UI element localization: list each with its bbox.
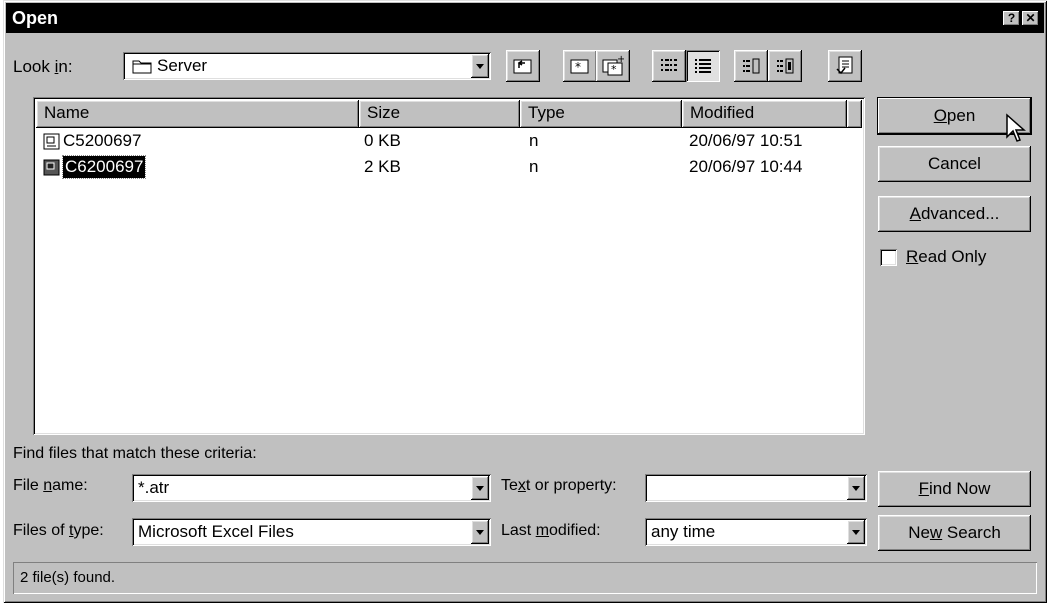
commands-settings-button[interactable] [828, 50, 862, 82]
status-text: 2 file(s) found. [20, 569, 116, 586]
column-header-name[interactable]: Name [36, 100, 359, 128]
last-modified-dropdown-button[interactable] [847, 520, 865, 544]
add-to-favorites-button[interactable]: * + [596, 50, 630, 82]
table-row[interactable]: C5200697 0 KB n 20/06/97 10:51 [38, 130, 858, 154]
svg-text:*: * [575, 60, 581, 74]
list-view-icon [661, 59, 677, 71]
up-one-level-icon [513, 59, 532, 74]
file-name-selected: C6200697 [61, 155, 147, 179]
last-modified-value: any time [651, 522, 716, 541]
preview-view-icon [777, 58, 794, 74]
file-modified: 20/06/97 10:51 [689, 131, 803, 150]
look-in-combo[interactable]: Server [123, 52, 491, 80]
search-web-button[interactable]: * [563, 50, 597, 82]
up-one-level-button[interactable] [506, 50, 540, 82]
add-to-favorites-icon: *+ [602, 55, 624, 76]
file-document-icon [43, 133, 60, 150]
file-type: n [529, 131, 539, 150]
file-size: 0 KB [364, 131, 401, 150]
details-view-button[interactable] [686, 50, 720, 82]
cancel-button[interactable]: Cancel [878, 146, 1031, 182]
file-name: C5200697 [63, 131, 142, 150]
help-button[interactable]: ? [1003, 11, 1020, 26]
look-in-value: Server [157, 56, 208, 75]
properties-view-icon [743, 58, 760, 74]
column-header-filler [847, 100, 862, 128]
folder-icon [132, 60, 152, 74]
search-web-icon: * [570, 59, 589, 74]
file-type: n [529, 157, 539, 176]
look-in-dropdown-button[interactable] [471, 54, 489, 78]
close-button[interactable]: ✕ [1022, 11, 1039, 26]
files-of-type-value: Microsoft Excel Files [138, 522, 294, 541]
read-only-label: Read Only [906, 247, 987, 266]
text-or-property-input[interactable] [645, 474, 867, 502]
column-header-type[interactable]: Type [520, 100, 682, 128]
file-list[interactable]: Name Size Type Modified C5200697 0 KB n … [33, 97, 865, 435]
read-only-checkbox[interactable] [880, 249, 897, 266]
table-row[interactable]: C6200697 2 KB n 20/06/97 10:44 [38, 155, 858, 180]
file-modified: 20/06/97 10:44 [689, 157, 803, 176]
last-modified-label: Last modified: [501, 522, 601, 539]
advanced-button[interactable]: Advanced... [878, 196, 1031, 232]
file-name-label: File name: [13, 477, 88, 494]
criteria-heading: Find files that match these criteria: [13, 445, 257, 462]
open-dialog: Open ? ✕ Look in: Server * *+ Name Size [3, 0, 1047, 603]
status-bar: 2 file(s) found. [13, 562, 1037, 594]
mouse-cursor-icon [1006, 113, 1026, 142]
column-header-modified[interactable]: Modified [682, 100, 847, 128]
file-name-value: *.atr [138, 478, 170, 497]
details-view-icon [695, 59, 711, 73]
properties-view-button[interactable] [734, 50, 768, 82]
text-or-property-label: Text or property: [501, 477, 617, 494]
files-of-type-label: Files of type: [13, 522, 104, 539]
svg-text:+: + [617, 55, 624, 65]
column-header-size[interactable]: Size [359, 100, 520, 128]
last-modified-select[interactable]: any time [645, 518, 867, 546]
file-size: 2 KB [364, 157, 401, 176]
title-bar: Open ? ✕ [6, 3, 1044, 33]
files-of-type-select[interactable]: Microsoft Excel Files [132, 518, 491, 546]
text-or-property-dropdown-button[interactable] [847, 476, 865, 500]
find-now-button[interactable]: Find Now [878, 471, 1031, 507]
file-name-dropdown-button[interactable] [471, 476, 489, 500]
files-of-type-dropdown-button[interactable] [471, 520, 489, 544]
commands-settings-icon [836, 56, 853, 75]
look-in-label: Look in: [13, 57, 73, 76]
preview-view-button[interactable] [768, 50, 802, 82]
new-search-button[interactable]: New Search [878, 515, 1031, 551]
list-view-button[interactable] [652, 50, 686, 82]
file-name-input[interactable]: *.atr [132, 474, 491, 502]
file-document-icon [43, 159, 60, 176]
dialog-title: Open [12, 8, 59, 28]
